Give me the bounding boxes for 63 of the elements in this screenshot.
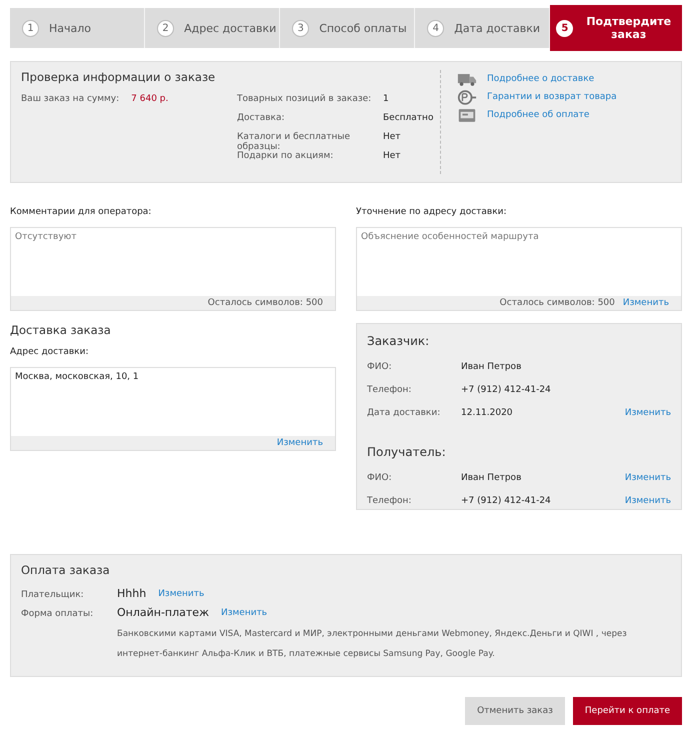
address-field[interactable]: Москва, московская, 10, 1 <box>11 368 335 436</box>
payment-label: Плательщик: <box>21 589 85 600</box>
step-number: 5 <box>556 20 574 36</box>
detail-label: Доставка: <box>237 113 286 125</box>
payment-value: Онлайн-платеж <box>117 606 209 619</box>
character-counter: Осталось символов: 500 <box>208 298 323 308</box>
step-number: 1 <box>22 20 39 36</box>
step-number: 4 <box>427 20 444 36</box>
contact-label: Телефон: <box>367 385 412 395</box>
step-tab[interactable]: 5 Подтвердите заказ <box>550 5 682 51</box>
detail-label: Товарных позиций в заказе: <box>237 94 372 106</box>
contact-label: ФИО: <box>367 362 393 372</box>
payment-description: Банковскими картами VISA, Mastercard и МИР, электронными деньгами Webmoney, Яндекс.Деньги и QIWI , через интернет-банкинг Альфа-Клик и ВТБ, платежные сервисы Samsung Pay, Google Pay. <box>117 628 628 661</box>
cancel-button[interactable]: Отменить заказ <box>465 697 565 725</box>
change-link[interactable]: Изменить <box>622 298 669 308</box>
card-icon <box>457 108 477 122</box>
detail-value: Бесплатно <box>383 113 434 125</box>
contact-label: ФИО: <box>367 473 393 483</box>
contact-label: Телефон: <box>367 496 412 506</box>
detail-value: Нет <box>383 151 401 163</box>
change-link[interactable]: Изменить <box>624 408 671 418</box>
info-link[interactable]: Подробнее об оплате <box>487 110 590 120</box>
comment-field[interactable]: Объяснение особенностей маршрута <box>357 228 681 296</box>
detail-value: 1 <box>383 94 389 106</box>
step-tab[interactable]: 4 Дата доставки <box>415 8 550 48</box>
character-counter: Осталось символов: 500 <box>500 298 615 308</box>
step-tab[interactable]: 2 Адрес доставки <box>145 8 280 48</box>
contact-value: 12.11.2020 <box>461 408 514 418</box>
step-tab[interactable]: 1 Начало <box>10 8 146 48</box>
contact-value: Иван Петров <box>461 362 522 372</box>
change-link[interactable]: Изменить <box>220 608 268 618</box>
certificate-icon <box>457 90 477 104</box>
section-title: Доставка заказа <box>10 323 112 337</box>
contact-value: Иван Петров <box>461 473 522 483</box>
step-number: 3 <box>292 20 310 36</box>
section-title: Получатель: <box>367 445 447 459</box>
section-title: Заказчик: <box>367 334 430 348</box>
field-label: Комментарии для оператора: <box>10 207 152 217</box>
change-link[interactable]: Изменить <box>158 588 204 598</box>
total-value: 7 640 р. <box>131 94 168 106</box>
step-number: 2 <box>157 20 174 36</box>
step-tab[interactable]: 3 Способ оплаты <box>280 8 416 48</box>
contact-value: +7 (912) 412-41-24 <box>461 385 552 395</box>
field-label: Адрес доставки: <box>10 347 90 357</box>
contact-value: +7 (912) 412-41-24 <box>461 496 552 506</box>
comment-field[interactable]: Отсутствуют <box>11 228 335 296</box>
section-title: Проверка информации о заказе <box>21 70 216 84</box>
info-link[interactable]: Гарантии и возврат товара <box>487 92 617 102</box>
total-label: Ваш заказ на сумму: <box>21 94 120 106</box>
field-label: Уточнение по адресу доставки: <box>356 207 508 217</box>
detail-label: Подарки по акциям: <box>237 151 334 163</box>
truck-icon <box>457 72 477 86</box>
detail-label: Каталоги и бесплатные образцы: <box>237 132 352 151</box>
change-link[interactable]: Изменить <box>276 438 323 448</box>
payment-label: Форма оплаты: <box>21 608 94 621</box>
change-link[interactable]: Изменить <box>624 496 671 506</box>
payment-value: Hhhh <box>117 587 146 600</box>
contact-label: Дата доставки: <box>367 408 442 418</box>
pay-button[interactable]: Перейти к оплате <box>572 697 682 725</box>
detail-value: Нет <box>383 132 401 144</box>
section-title: Оплата заказа <box>21 563 111 577</box>
change-link[interactable]: Изменить <box>624 473 671 483</box>
info-link[interactable]: Подробнее о доставке <box>487 74 594 84</box>
